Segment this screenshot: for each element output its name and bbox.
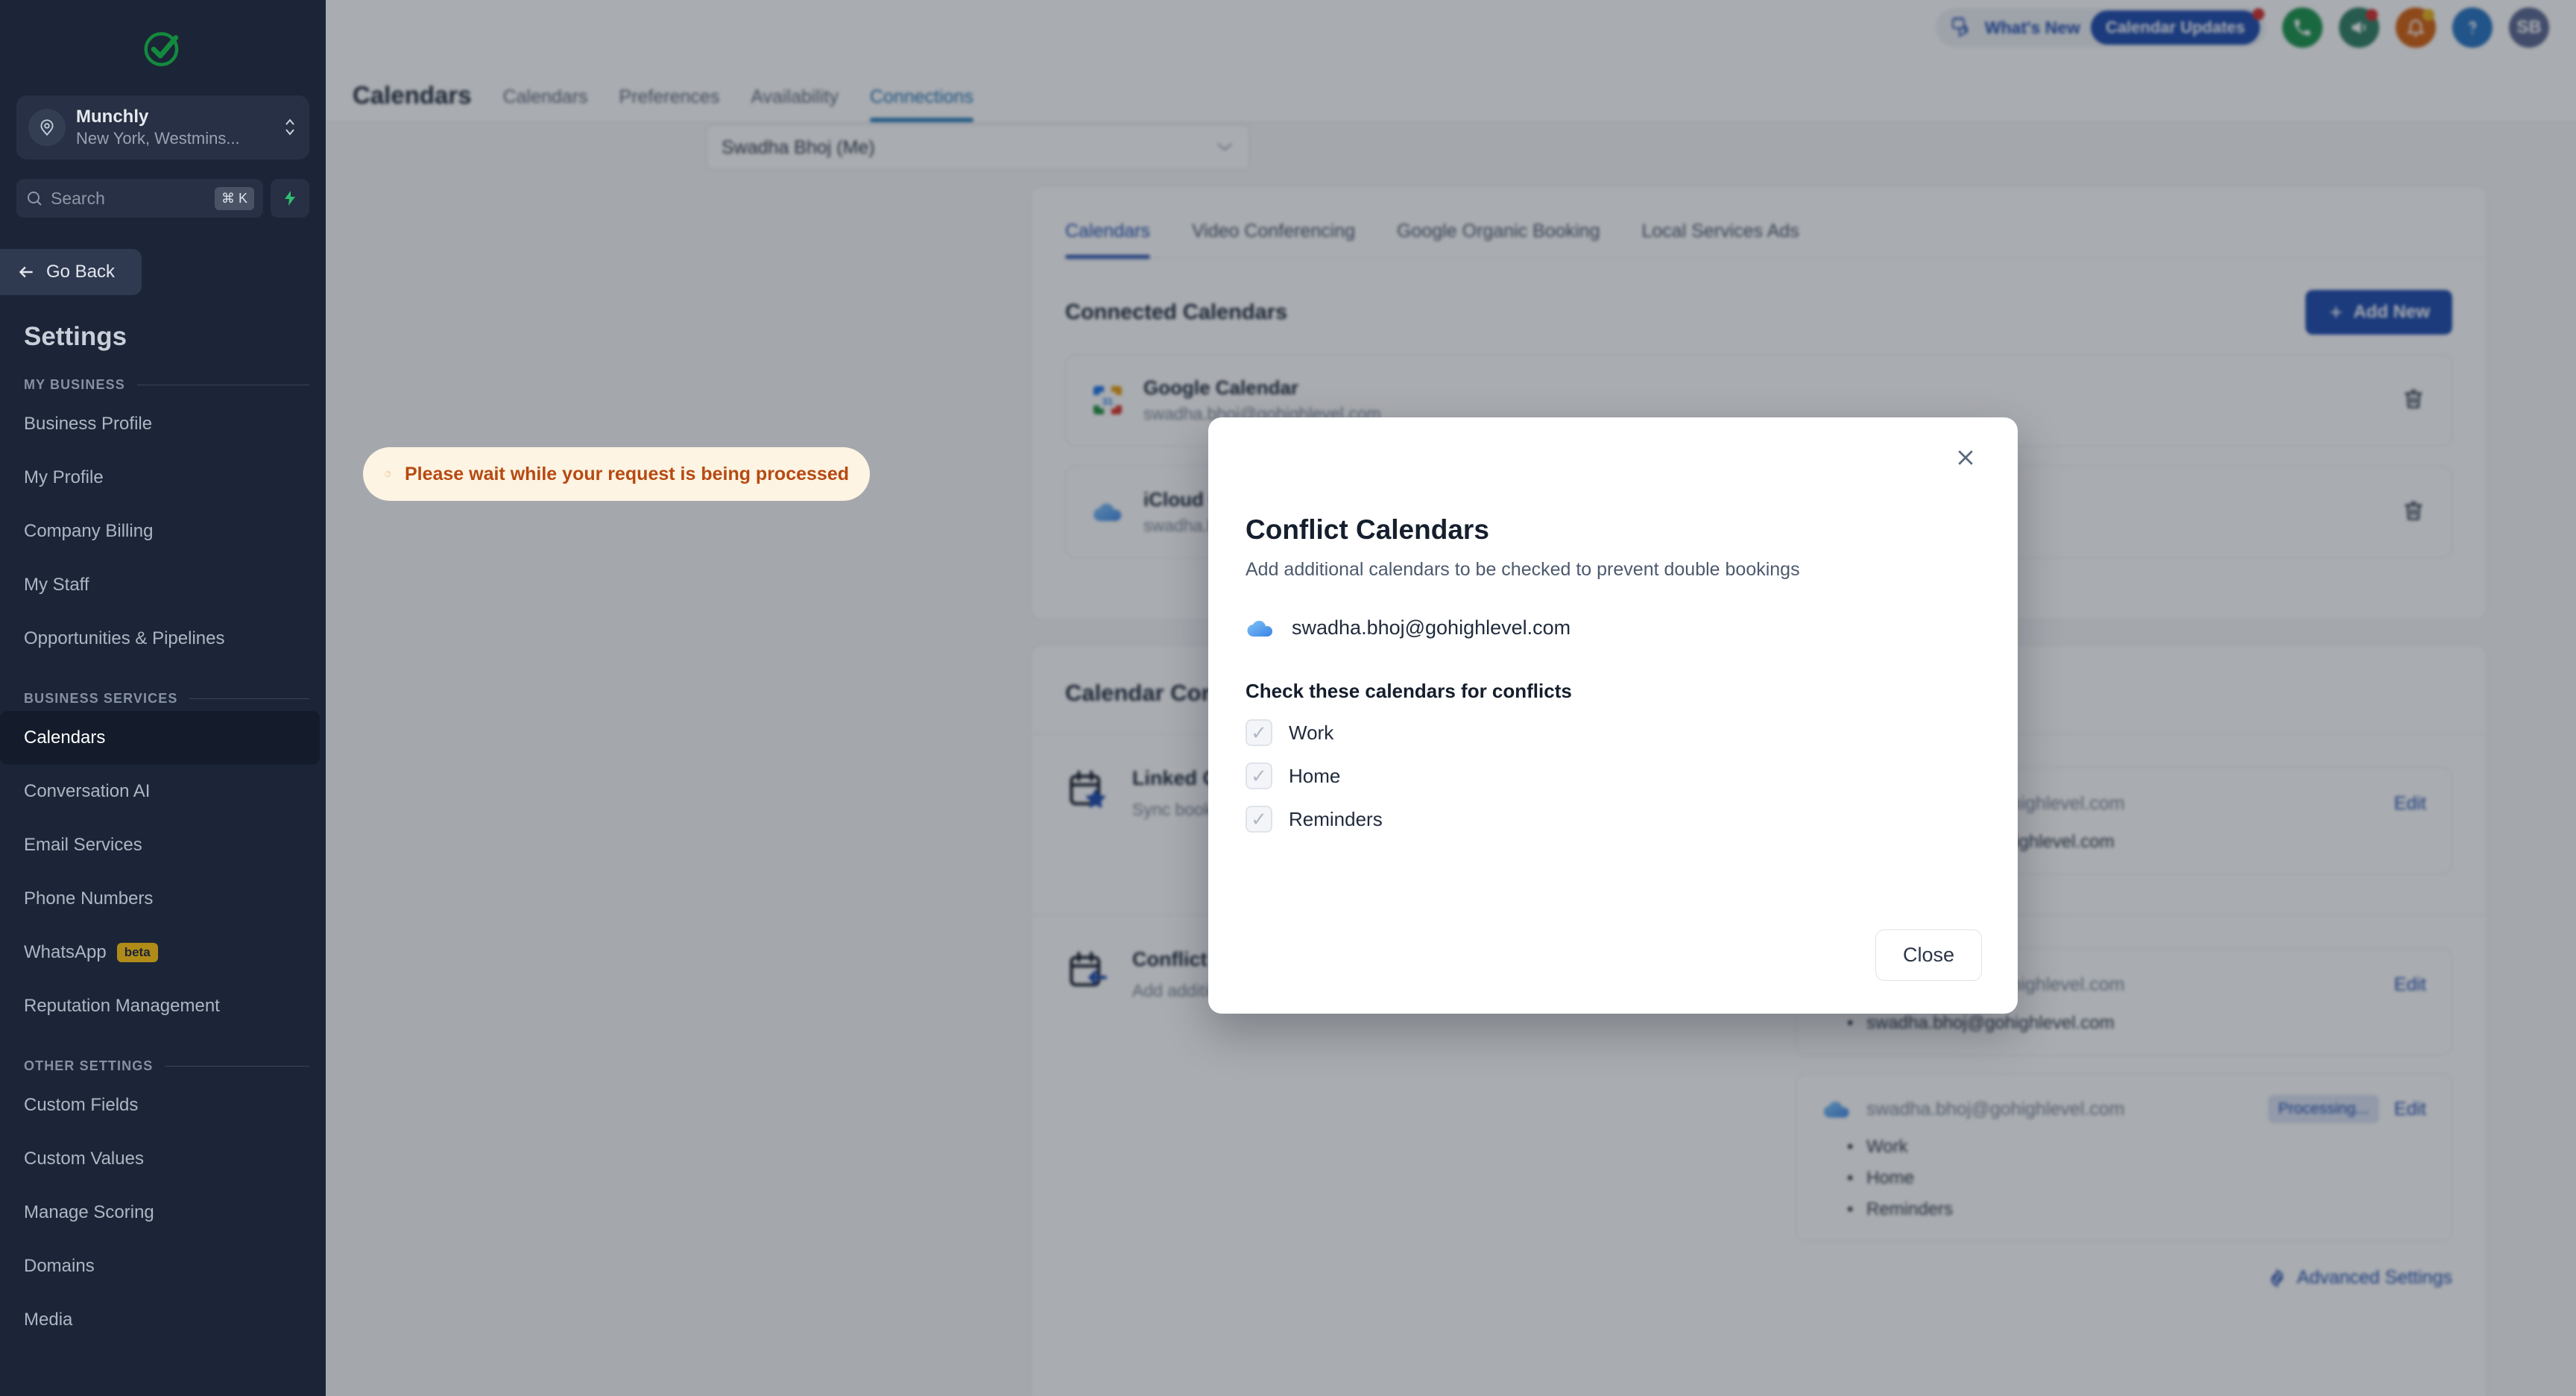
sidebar-section-label: MY BUSINESS [24,377,125,392]
processing-banner: Please wait while your request is being … [363,447,870,501]
modal-title: Conflict Calendars [1246,514,1489,545]
sidebar-item-label: Domains [24,1256,95,1276]
check-circle-icon [144,32,178,66]
sidebar-item-label: Reputation Management [24,996,220,1016]
quick-actions-button[interactable] [271,179,309,218]
sidebar-section-1: BUSINESS SERVICES [24,691,309,707]
sidebar-item-whatsapp[interactable]: WhatsApp beta [0,926,326,979]
sidebar-item-custom-fields[interactable]: Custom Fields [0,1078,326,1132]
modal-subtitle: Add additional calendars to be checked t… [1246,559,1800,580]
sidebar: Munchly New York, Westmins... Search ⌘ K [0,0,326,1396]
checkbox-reminders[interactable]: ✓ [1246,806,1272,833]
sidebar-item-label: Email Services [24,835,142,855]
section-divider [165,1066,309,1067]
modal-body: Conflict Calendars Add additional calend… [1208,417,2018,833]
checkbox-label: Work [1289,721,1334,744]
checkbox-row-work[interactable]: ✓ Work [1246,719,1980,746]
search-icon [28,192,42,206]
location-switcher[interactable]: Munchly New York, Westmins... [16,95,309,160]
modal-checklist-label: Check these calendars for conflicts [1246,680,1572,702]
sidebar-item-label: Phone Numbers [24,888,154,909]
sidebar-item-label: Custom Values [24,1149,144,1169]
sidebar-section-label: OTHER SETTINGS [24,1058,154,1073]
main-area: What's New Calendar Updates SB Calendars… [326,0,2576,1396]
sidebar-section-2: OTHER SETTINGS [24,1058,309,1074]
arrow-left-icon [19,266,33,278]
go-back-label: Go Back [46,262,116,282]
search-placeholder: Search [51,188,105,208]
modal-account-email: swadha.bhoj@gohighlevel.com [1292,616,1571,639]
checkbox-label: Home [1289,764,1341,787]
go-back-button[interactable]: Go Back [0,249,142,295]
modal-checkbox-list: ✓ Work ✓ Home ✓ Reminders [1246,719,1980,833]
icloud-icon [1247,620,1272,637]
sidebar-item-domains[interactable]: Domains [0,1239,326,1293]
sidebar-item-email-services[interactable]: Email Services [0,818,326,872]
modal-close-icon[interactable] [1949,441,1982,474]
sidebar-item-conversation-ai[interactable]: Conversation AI [0,765,326,818]
sidebar-item-my-profile[interactable]: My Profile [0,451,326,505]
spinner-icon [384,470,391,478]
sidebar-item-manage-scoring[interactable]: Manage Scoring [0,1186,326,1239]
search-input[interactable]: Search ⌘ K [16,179,263,218]
sidebar-section-label: BUSINESS SERVICES [24,691,178,706]
checkbox-work[interactable]: ✓ [1246,719,1272,746]
sidebar-item-label: Business Profile [24,414,153,434]
location-pin-icon [28,109,66,146]
modal-account-row: swadha.bhoj@gohighlevel.com [1246,616,1980,639]
sidebar-item-custom-values[interactable]: Custom Values [0,1132,326,1186]
sidebar-item-reputation-management[interactable]: Reputation Management [0,979,326,1033]
sidebar-item-my-staff[interactable]: My Staff [0,558,326,612]
conflict-calendars-modal: Conflict Calendars Add additional calend… [1208,417,2018,1014]
sidebar-search-row: Search ⌘ K [16,179,309,218]
sidebar-item-phone-numbers[interactable]: Phone Numbers [0,872,326,926]
sidebar-item-label: WhatsApp [24,942,107,962]
location-name: Munchly [76,106,149,127]
checkbox-label: Reminders [1289,807,1383,830]
app-logo [113,24,214,75]
close-icon [1958,450,1973,465]
search-shortcut-badge: ⌘ K [214,186,254,210]
modal-footer: Close [1875,929,1982,981]
sidebar-heading: Settings [24,322,127,351]
sidebar-item-label: Conversation AI [24,781,151,801]
sidebar-item-label: Company Billing [24,521,154,541]
sidebar-item-media[interactable]: Media [0,1293,326,1347]
checkbox-home[interactable]: ✓ [1246,762,1272,789]
sidebar-item-calendars[interactable]: Calendars [0,711,320,765]
processing-banner-text: Please wait while your request is being … [404,463,849,484]
sidebar-item-label: Manage Scoring [24,1202,154,1222]
sidebar-item-label: My Profile [24,467,104,487]
section-divider [189,698,309,699]
sidebar-item-label: Media [24,1310,73,1330]
beta-badge: beta [116,943,158,962]
chevron-updown-icon[interactable] [282,114,297,141]
sidebar-section-0: MY BUSINESS [24,377,309,393]
sidebar-item-business-profile[interactable]: Business Profile [0,397,326,451]
close-button[interactable]: Close [1875,929,1982,981]
location-address: New York, Westmins... [76,128,240,148]
bolt-icon [285,191,295,206]
sidebar-item-opportunities-pipelines[interactable]: Opportunities & Pipelines [0,612,326,666]
checkbox-row-reminders[interactable]: ✓ Reminders [1246,806,1980,833]
sidebar-item-label: Opportunities & Pipelines [24,628,225,648]
sidebar-nav: MY BUSINESS Business Profile My Profile … [0,377,326,1347]
sidebar-item-company-billing[interactable]: Company Billing [0,505,326,558]
sidebar-item-label: Custom Fields [24,1095,139,1115]
sidebar-item-label: My Staff [24,575,89,595]
checkbox-row-home[interactable]: ✓ Home [1246,762,1980,789]
sidebar-item-label: Calendars [24,727,106,748]
